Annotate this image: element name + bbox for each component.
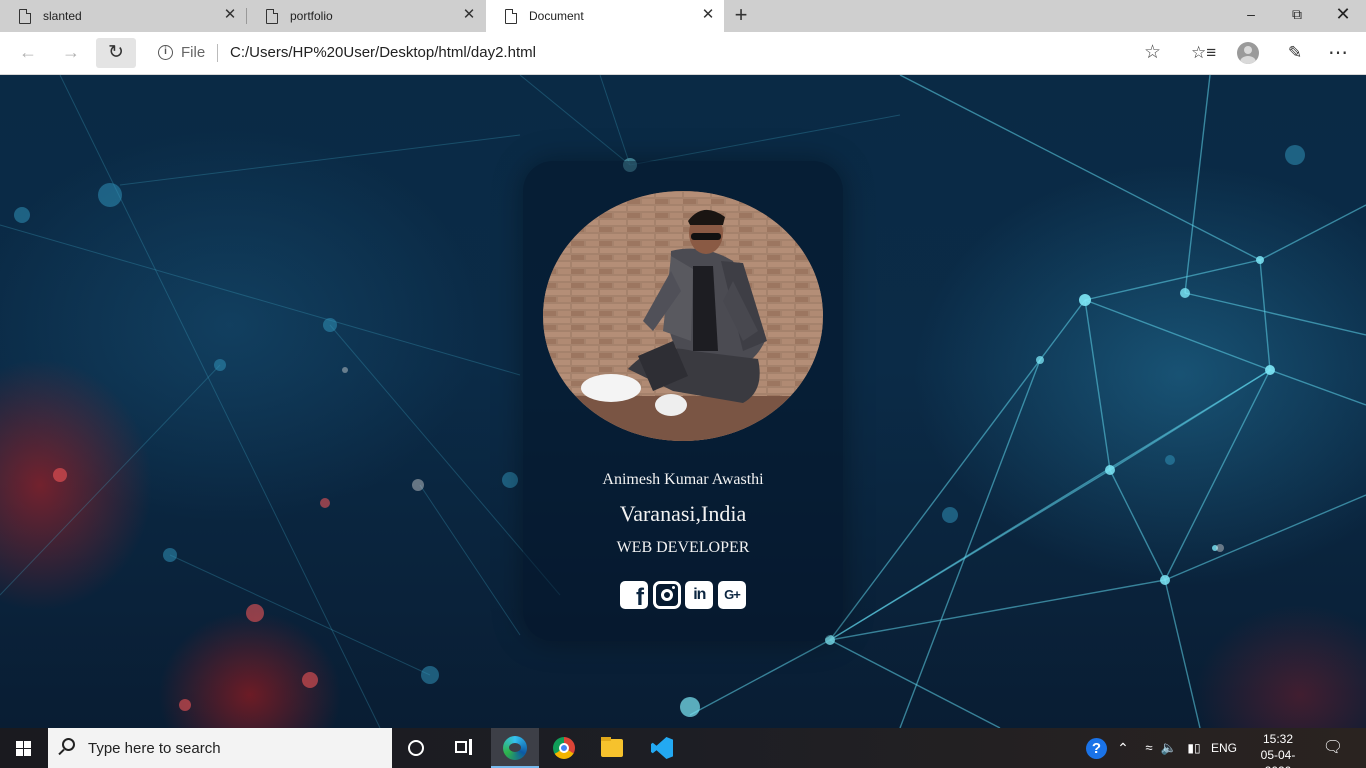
task-view-icon[interactable] <box>440 728 488 768</box>
tab-title: slanted <box>43 9 82 23</box>
url-text[interactable]: C:/Users/HP%20User/Desktop/html/day2.htm… <box>230 44 536 61</box>
profile-role: WEB DEVELOPER <box>616 539 750 556</box>
page-icon <box>19 8 31 24</box>
taskbar-clock[interactable]: 15:32 05-04-2020 <box>1248 731 1308 768</box>
instagram-icon[interactable] <box>652 581 681 609</box>
minimize-button[interactable]: – <box>1228 0 1274 32</box>
window-close-button[interactable]: ✕ <box>1320 0 1366 32</box>
google-plus-icon[interactable]: G+ <box>717 581 746 609</box>
back-icon[interactable]: ← <box>13 38 43 66</box>
profile-location: Varanasi,India <box>619 501 747 526</box>
star-icon[interactable]: ☆ <box>1144 41 1161 64</box>
tab-strip: slanted ✕ portfolio ✕ Document ✕ + – ⧉ ✕ <box>0 0 1366 32</box>
facebook-icon[interactable]: f <box>620 581 648 611</box>
favorites-icon[interactable]: ☆≡ <box>1191 41 1216 65</box>
tab-title: portfolio <box>290 9 333 23</box>
cortana-icon[interactable] <box>392 728 440 768</box>
forward-icon[interactable]: → <box>56 38 86 66</box>
profile-icon[interactable] <box>1237 42 1259 64</box>
edge-icon[interactable] <box>491 728 539 768</box>
page-icon <box>505 8 517 24</box>
chevron-up-icon[interactable]: ⌃ <box>1113 728 1133 768</box>
tab-document[interactable]: Document ✕ <box>486 0 724 32</box>
taskbar-search-placeholder[interactable]: Type here to search <box>88 740 221 757</box>
wifi-icon[interactable]: ≈ <box>1140 728 1158 768</box>
language-indicator[interactable]: ENG <box>1208 728 1240 768</box>
profile-photo <box>543 191 823 441</box>
address-divider <box>217 44 218 62</box>
close-icon[interactable]: ✕ <box>461 7 477 23</box>
windows-start-icon[interactable] <box>0 728 48 768</box>
search-icon <box>62 738 75 751</box>
notifications-icon[interactable]: 🗨 <box>1318 728 1348 768</box>
reload-icon[interactable]: ↻ <box>96 38 136 68</box>
close-icon[interactable]: ✕ <box>222 7 238 23</box>
tab-slanted[interactable]: slanted ✕ <box>0 0 246 32</box>
profile-card: Animesh Kumar Awasthi Varanasi,India WEB… <box>523 161 843 641</box>
page-viewport: Animesh Kumar Awasthi Varanasi,India WEB… <box>0 75 1366 728</box>
close-icon[interactable]: ✕ <box>700 7 716 23</box>
chrome-icon[interactable] <box>540 728 588 768</box>
tab-portfolio[interactable]: portfolio ✕ <box>247 0 485 32</box>
vscode-icon[interactable] <box>637 728 685 768</box>
clock-time: 15:32 <box>1262 732 1294 746</box>
clock-date: 05-04-2020 <box>1260 748 1296 768</box>
social-links: f in G+ <box>620 581 746 611</box>
linkedin-icon[interactable]: in <box>685 581 714 609</box>
profile-name: Animesh Kumar Awasthi <box>602 471 764 488</box>
page-icon <box>266 8 278 24</box>
tab-title: Document <box>529 9 584 23</box>
feedback-icon[interactable]: ✎ <box>1283 41 1307 65</box>
battery-icon[interactable]: ▮▯ <box>1184 728 1204 768</box>
restore-button[interactable]: ⧉ <box>1274 0 1320 32</box>
file-explorer-icon[interactable] <box>588 728 636 768</box>
scheme-label: File <box>181 44 206 61</box>
info-icon[interactable]: i <box>158 45 173 60</box>
profile-photo-illustration <box>543 191 823 441</box>
volume-icon[interactable]: 🔈 <box>1160 728 1178 768</box>
new-tab-button[interactable]: + <box>731 4 751 26</box>
help-icon[interactable]: ? <box>1084 728 1108 768</box>
more-icon[interactable]: ⋯ <box>1326 41 1350 65</box>
